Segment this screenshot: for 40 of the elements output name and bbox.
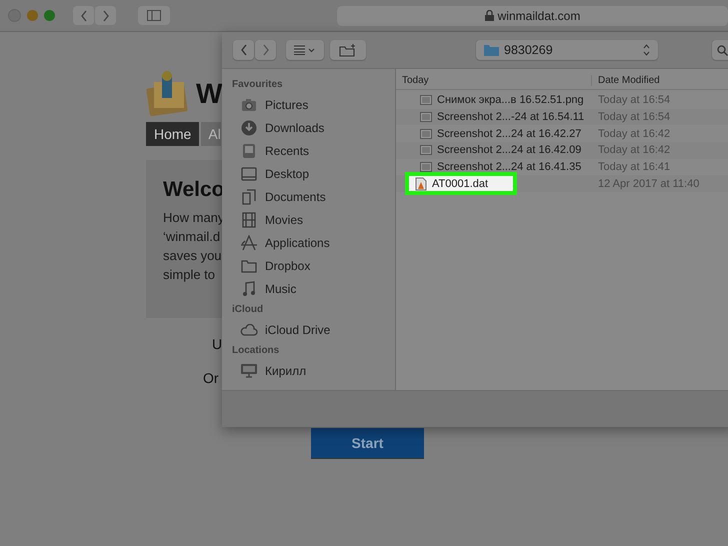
date-modified: Today at 16:54 xyxy=(597,111,670,124)
date-modified: Today at 16:54 xyxy=(597,94,670,106)
sidebar-item[interactable]: Downloads xyxy=(222,116,395,139)
sidebar-item[interactable]: Music xyxy=(222,277,395,300)
date-modified: Today at 16:41 xyxy=(597,161,670,174)
sidebar-item[interactable]: Documents xyxy=(222,185,395,208)
nav-tab[interactable]: Home xyxy=(146,122,200,146)
sidebar-heading: Locations xyxy=(231,344,280,358)
sidebar-item[interactable]: iCloud Drive xyxy=(222,318,395,341)
date-modified: Today at 16:42 xyxy=(597,144,670,156)
sidebar-heading: iCloud xyxy=(231,303,264,317)
intro-text: ‘winmail.d xyxy=(163,228,220,246)
sidebar-item[interactable]: Кирилл xyxy=(222,359,395,382)
sidebar-item[interactable]: Pictures xyxy=(222,93,395,116)
file-name[interactable]: AT0001.dat xyxy=(396,176,591,191)
page-text: U xyxy=(212,336,222,352)
site-title: W xyxy=(196,78,222,110)
file-name[interactable]: Screenshot 2...24 at 16.42.09 xyxy=(396,144,591,156)
address-bar[interactable]: winmaildat.com xyxy=(337,6,728,26)
sidebar-item[interactable]: Dropbox xyxy=(222,254,395,277)
sidebar-item[interactable]: Desktop xyxy=(222,162,395,185)
page-text: Or xyxy=(203,370,219,386)
file-name[interactable]: Снимок экра...в 16.52.51.png xyxy=(396,94,591,106)
intro-text: simple to xyxy=(163,266,216,284)
column-header[interactable]: Date Modified xyxy=(592,74,660,86)
welcome-heading: Welco xyxy=(163,178,224,202)
nav-tab[interactable]: Al xyxy=(201,122,221,146)
sidebar-item[interactable]: Movies xyxy=(222,208,395,231)
sidebar-item[interactable]: Applications xyxy=(222,231,395,254)
column-header[interactable]: Today xyxy=(396,74,592,86)
start-button[interactable]: Start xyxy=(311,428,424,459)
folder-dropdown[interactable]: 9830269 xyxy=(476,40,658,60)
file-name[interactable]: Screenshot 2...-24 at 16.54.11 xyxy=(396,111,591,124)
file-name[interactable]: Screenshot 2...24 at 16.41.35 xyxy=(396,161,591,174)
date-modified: Today at 16:42 xyxy=(597,128,670,140)
file-name[interactable]: Screenshot 2...24 at 16.42.27 xyxy=(396,128,591,140)
sidebar-item[interactable]: Recents xyxy=(222,139,395,162)
date-modified: 12 Apr 2017 at 11:40 xyxy=(597,178,700,190)
sidebar-heading: Favourites xyxy=(231,78,284,92)
intro-text: saves you xyxy=(163,247,222,265)
